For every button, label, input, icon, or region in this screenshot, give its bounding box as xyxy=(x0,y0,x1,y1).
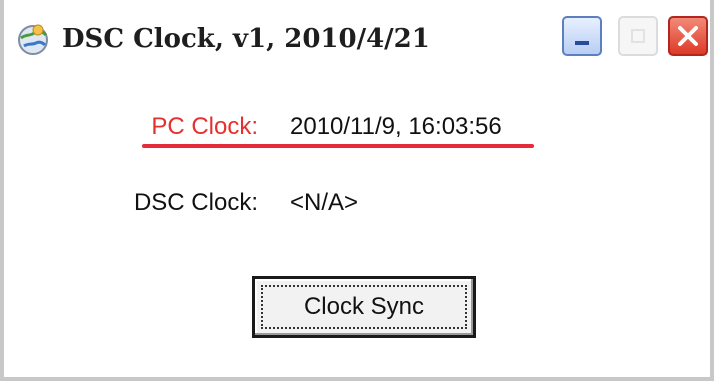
pc-clock-highlight-underline xyxy=(142,144,534,148)
minimize-icon xyxy=(575,41,589,45)
globe-app-icon[interactable] xyxy=(16,22,50,56)
close-icon xyxy=(678,26,698,46)
close-button[interactable] xyxy=(668,16,708,56)
maximize-icon xyxy=(631,29,645,43)
dsc-clock-window: DSC Clock, v1, 2010/4/21 PC Clock: 2010/… xyxy=(0,0,714,381)
dsc-clock-label: DSC Clock: xyxy=(133,189,258,216)
maximize-button xyxy=(618,16,658,56)
pc-clock-label: PC Clock: xyxy=(151,113,258,140)
clock-sync-button[interactable]: Clock Sync xyxy=(252,276,476,338)
clock-sync-button-label: Clock Sync xyxy=(303,293,425,320)
title-bar[interactable]: DSC Clock, v1, 2010/4/21 xyxy=(4,0,710,68)
minimize-button[interactable] xyxy=(562,16,602,56)
pc-clock-value: 2010/11/9, 16:03:56 xyxy=(290,113,502,140)
dsc-clock-value: <N/A> xyxy=(290,189,359,216)
client-area: PC Clock: 2010/11/9, 16:03:56 DSC Clock:… xyxy=(4,68,710,377)
window-title: DSC Clock, v1, 2010/4/21 xyxy=(62,24,430,54)
